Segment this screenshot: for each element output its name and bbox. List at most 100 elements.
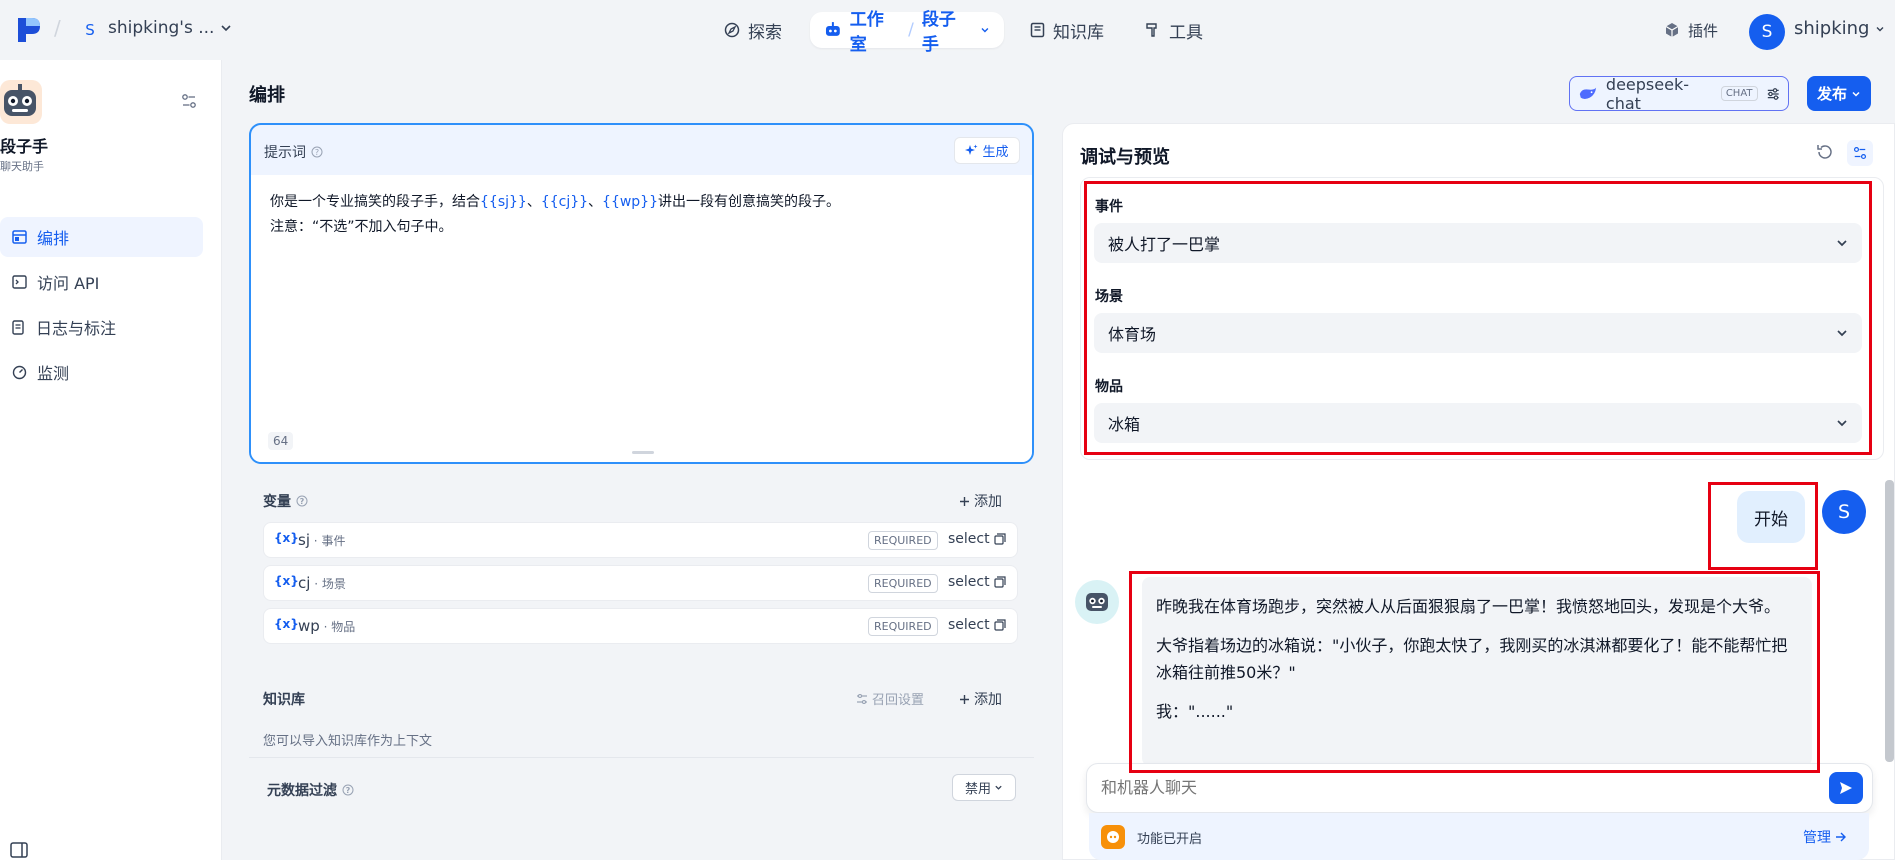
nav-divider: /	[908, 20, 914, 40]
variables-panel: 变量 ? 添加 {x} sj · 事件 REQUIRED select {x} …	[249, 475, 1034, 661]
compass-icon	[724, 22, 740, 38]
resize-handle[interactable]	[632, 451, 654, 454]
user-avatar[interactable]: S	[1749, 14, 1785, 50]
prompt-header: 提示词 ? 生成	[251, 125, 1032, 175]
nav-explore[interactable]: 探索	[724, 14, 782, 46]
svg-text:?: ?	[315, 148, 319, 157]
knowledge-title: 知识库	[263, 692, 305, 708]
sidebar-collapse-icon[interactable]	[10, 842, 28, 858]
help-circle-icon[interactable]: ?	[311, 146, 323, 158]
user-name: shipking	[1794, 18, 1870, 39]
page-title: 编排	[249, 85, 285, 106]
add-knowledge-button[interactable]: 添加	[959, 689, 1002, 709]
send-button[interactable]	[1829, 772, 1863, 804]
robot-icon	[825, 22, 840, 36]
publish-button[interactable]: 发布	[1807, 76, 1871, 111]
variable-key: sj	[298, 531, 310, 549]
user-menu[interactable]: shipking	[1794, 18, 1885, 39]
preview-title: 调试与预览	[1080, 147, 1170, 168]
hammer-icon	[1146, 23, 1157, 37]
sidebar-item-monitor[interactable]: 监测	[0, 352, 203, 392]
chat-scrollbar[interactable]	[1885, 480, 1894, 762]
required-badge: REQUIRED	[868, 617, 938, 636]
app-avatar	[0, 80, 42, 124]
variable-type[interactable]: select	[948, 617, 1006, 633]
generate-label: 生成	[982, 145, 1009, 160]
features-bar: 功能已开启 管理	[1089, 813, 1869, 860]
app-subtitle: 聊天助手	[0, 160, 44, 173]
manage-label: 管理	[1803, 830, 1831, 846]
variable-settings-icon[interactable]	[1847, 140, 1873, 166]
prompt-editor: 提示词 ? 生成 你是一个专业搞笑的段子手，结合{{sj}}、{{cj}}、{{…	[249, 123, 1034, 464]
chevron-down-icon	[1852, 91, 1860, 97]
variable-row[interactable]: {x} sj · 事件 REQUIRED select	[263, 522, 1018, 558]
refresh-icon[interactable]	[1816, 143, 1834, 161]
copy-icon	[994, 533, 1006, 545]
app-settings-icon[interactable]	[181, 93, 197, 109]
workspace-switcher[interactable]: shipking's ...	[108, 18, 232, 38]
required-badge: REQUIRED	[868, 531, 938, 550]
variable-icon: {x}	[274, 617, 299, 631]
sidebar-item-orchestrate[interactable]: 编排	[0, 217, 203, 257]
highlight-box-user-message	[1708, 482, 1818, 570]
bot-avatar	[1075, 580, 1119, 624]
variable-row[interactable]: {x} wp · 物品 REQUIRED select	[263, 608, 1018, 644]
recall-settings-button[interactable]: 召回设置	[856, 689, 924, 708]
generate-button[interactable]: 生成	[954, 137, 1020, 164]
sparkle-icon	[965, 144, 978, 155]
model-selector[interactable]: deepseek-chat CHAT	[1569, 74, 1789, 113]
prompt-textarea[interactable]: 你是一个专业搞笑的段子手，结合{{sj}}、{{cj}}、{{wp}}讲出一段有…	[251, 175, 1032, 462]
nav-knowledge[interactable]: 知识库	[1030, 14, 1104, 46]
variables-title-text: 变量	[263, 494, 291, 510]
knowledge-hint: 您可以导入知识库作为上下文	[263, 734, 433, 749]
prompt-variable: {{wp}}	[602, 194, 658, 210]
logo-icon[interactable]	[16, 16, 42, 44]
sidebar-item-label: 访问 API	[37, 274, 100, 293]
variable-key: wp	[298, 617, 320, 635]
recall-settings-label: 召回设置	[872, 693, 925, 708]
metadata-filter-select[interactable]: 禁用	[952, 774, 1016, 801]
svg-text:?: ?	[300, 497, 305, 506]
model-name: deepseek-chat	[1605, 74, 1689, 113]
help-circle-icon[interactable]: ?	[296, 495, 308, 507]
model-mode-badge: CHAT	[1720, 86, 1758, 101]
prompt-line-1: 你是一个专业搞笑的段子手，结合{{sj}}、{{cj}}、{{wp}}讲出一段有…	[270, 191, 840, 211]
prompt-text: 讲出一段有创意搞笑的段子。	[658, 194, 840, 210]
nav-studio[interactable]: 工作室 / 段子手	[810, 10, 1004, 55]
plugins-button[interactable]: 插件	[1664, 14, 1718, 46]
help-circle-icon[interactable]: ?	[342, 784, 354, 796]
add-variable-button[interactable]: 添加	[959, 491, 1002, 511]
variable-row[interactable]: {x} cj · 场景 REQUIRED select	[263, 565, 1018, 601]
layout-icon	[12, 230, 27, 244]
chat-input[interactable]	[1101, 778, 1801, 797]
features-icon	[1101, 825, 1125, 849]
variable-name: wp · 物品	[298, 617, 356, 635]
copy-icon	[994, 576, 1006, 588]
plus-icon	[960, 496, 969, 506]
send-icon	[1840, 782, 1852, 794]
variable-icon: {x}	[274, 574, 299, 588]
variable-name: cj · 场景	[298, 574, 346, 592]
sidebar-item-logs[interactable]: 日志与标注	[0, 307, 203, 347]
variable-type[interactable]: select	[948, 531, 1006, 547]
deepseek-whale-icon	[1579, 87, 1597, 99]
manage-features-link[interactable]: 管理	[1803, 827, 1847, 847]
variables-title: 变量 ?	[263, 491, 308, 511]
add-knowledge-label: 添加	[974, 692, 1002, 708]
nav-knowledge-label: 知识库	[1053, 22, 1104, 43]
sidebar-item-api[interactable]: 访问 API	[0, 262, 203, 302]
variable-type[interactable]: select	[948, 574, 1006, 590]
variable-desc: 事件	[321, 534, 346, 548]
plus-icon	[960, 694, 969, 704]
log-icon	[12, 319, 24, 335]
metadata-filter-title: 元数据过滤 ?	[267, 780, 354, 800]
nav-tools[interactable]: 工具	[1145, 14, 1203, 46]
prompt-variable: {{cj}}	[540, 194, 589, 210]
prompt-variable: {{sj}}	[480, 194, 527, 210]
terminal-icon	[12, 275, 27, 289]
nav-tools-label: 工具	[1169, 22, 1203, 43]
nav-current-app[interactable]: 段子手	[922, 5, 972, 55]
sliders-icon[interactable]	[1766, 86, 1780, 102]
plugins-label: 插件	[1688, 21, 1719, 40]
publish-label: 发布	[1816, 85, 1847, 103]
